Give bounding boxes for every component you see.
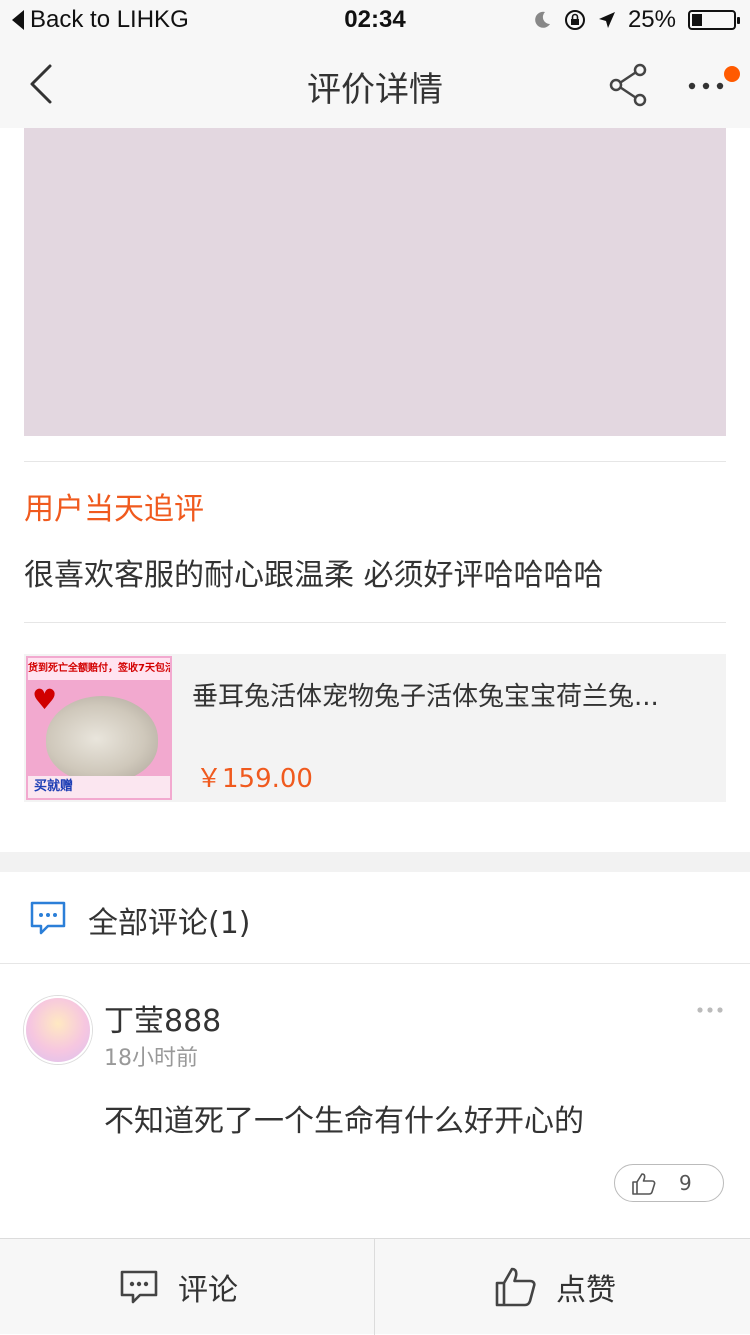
bottom-bar: 评论 点赞	[0, 1238, 750, 1335]
comment-like-button[interactable]: 9	[614, 1164, 724, 1202]
comment-bubble-icon	[30, 901, 66, 935]
divider	[24, 622, 726, 623]
bunny-image	[46, 696, 158, 782]
comment-more-icon[interactable]	[696, 1004, 724, 1016]
battery-icon	[688, 10, 740, 30]
section-gap	[0, 852, 750, 872]
heart-icon: ♥	[32, 683, 58, 716]
divider	[374, 1239, 375, 1335]
comment-text: 不知道死了一个生命有什么好开心的	[104, 1104, 584, 1139]
thumbs-up-icon	[495, 1267, 536, 1307]
product-card[interactable]: 货到死亡全额赔付，签收7天包活，领现赠！ ♥ 买就赠 垂耳兔活体宠物兔子活体兔宝…	[24, 654, 726, 802]
comment-username[interactable]: 丁莹888	[104, 996, 221, 1040]
comment-item: 丁莹888 18小时前 不知道死了一个生命有什么好开心的 9	[0, 964, 750, 1238]
like-count: 9	[679, 1171, 692, 1195]
status-icons: 25%	[532, 6, 740, 34]
notification-dot	[724, 66, 740, 82]
location-arrow-icon	[598, 12, 615, 28]
comments-header: 全部评论(1)	[0, 872, 750, 964]
comment-time: 18小时前	[104, 1046, 198, 1071]
divider	[24, 461, 726, 462]
comment-icon	[120, 1270, 158, 1304]
product-price: ￥159.00	[196, 764, 313, 794]
thumb-buy-text: 买就赠	[28, 776, 170, 798]
like-button[interactable]: 点赞	[494, 1239, 616, 1335]
more-options-icon[interactable]	[686, 62, 726, 108]
like-button-label: 点赞	[556, 1273, 616, 1308]
nav-bar: 评价详情	[0, 40, 750, 128]
avatar[interactable]	[24, 996, 92, 1064]
thumbs-up-icon	[632, 1173, 656, 1195]
battery-percent: 25%	[627, 6, 676, 33]
followup-text: 很喜欢客服的耐心跟温柔 必须好评哈哈哈哈	[24, 558, 604, 593]
followup-title: 用户当天追评	[24, 492, 204, 527]
status-bar: Back to LIHKG 02:34 25%	[0, 0, 750, 40]
rotation-lock-icon	[564, 10, 585, 30]
review-image[interactable]	[24, 128, 726, 436]
share-icon[interactable]	[606, 62, 652, 108]
thumb-banner-text: 货到死亡全额赔付，签收7天包活，领现赠！	[28, 658, 170, 680]
product-name: 垂耳兔活体宠物兔子活体兔宝宝荷兰兔...	[192, 682, 659, 712]
moon-icon	[535, 11, 550, 28]
comment-button-label: 评论	[178, 1273, 238, 1308]
comment-button[interactable]: 评论	[118, 1239, 238, 1335]
product-thumbnail: 货到死亡全额赔付，签收7天包活，领现赠！ ♥ 买就赠	[26, 656, 172, 800]
comments-count-label: 全部评论(1)	[88, 906, 251, 941]
